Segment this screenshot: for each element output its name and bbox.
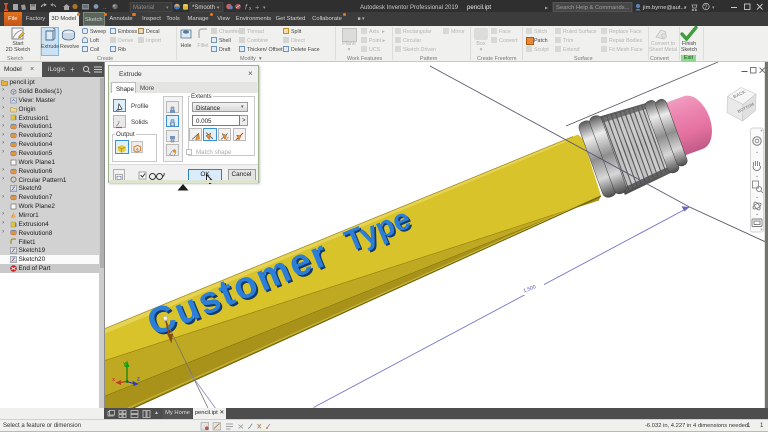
- svg-text:Z: Z: [137, 377, 140, 382]
- svg-text:▾: ▾: [712, 5, 715, 11]
- svg-text:pencil.ipt: pencil.ipt: [467, 4, 491, 11]
- svg-text:*Smooth -: *Smooth -: [192, 5, 219, 11]
- svg-text:Autodesk Inventor Professional: Autodesk Inventor Professional 2019: [360, 5, 459, 11]
- svg-text:▾: ▾: [684, 5, 687, 11]
- svg-text:Search Help & Commands...: Search Help & Commands...: [556, 5, 630, 11]
- svg-text:▸: ▸: [545, 6, 548, 12]
- svg-text:Material: Material: [133, 5, 154, 11]
- svg-text:+: +: [255, 3, 260, 12]
- svg-text:?: ?: [704, 5, 708, 11]
- svg-text:..: ..: [103, 5, 107, 11]
- svg-text:▾: ▾: [263, 5, 266, 11]
- svg-text:jim.byrne@aut...: jim.byrne@aut...: [642, 5, 686, 11]
- svg-text:f: f: [245, 5, 248, 12]
